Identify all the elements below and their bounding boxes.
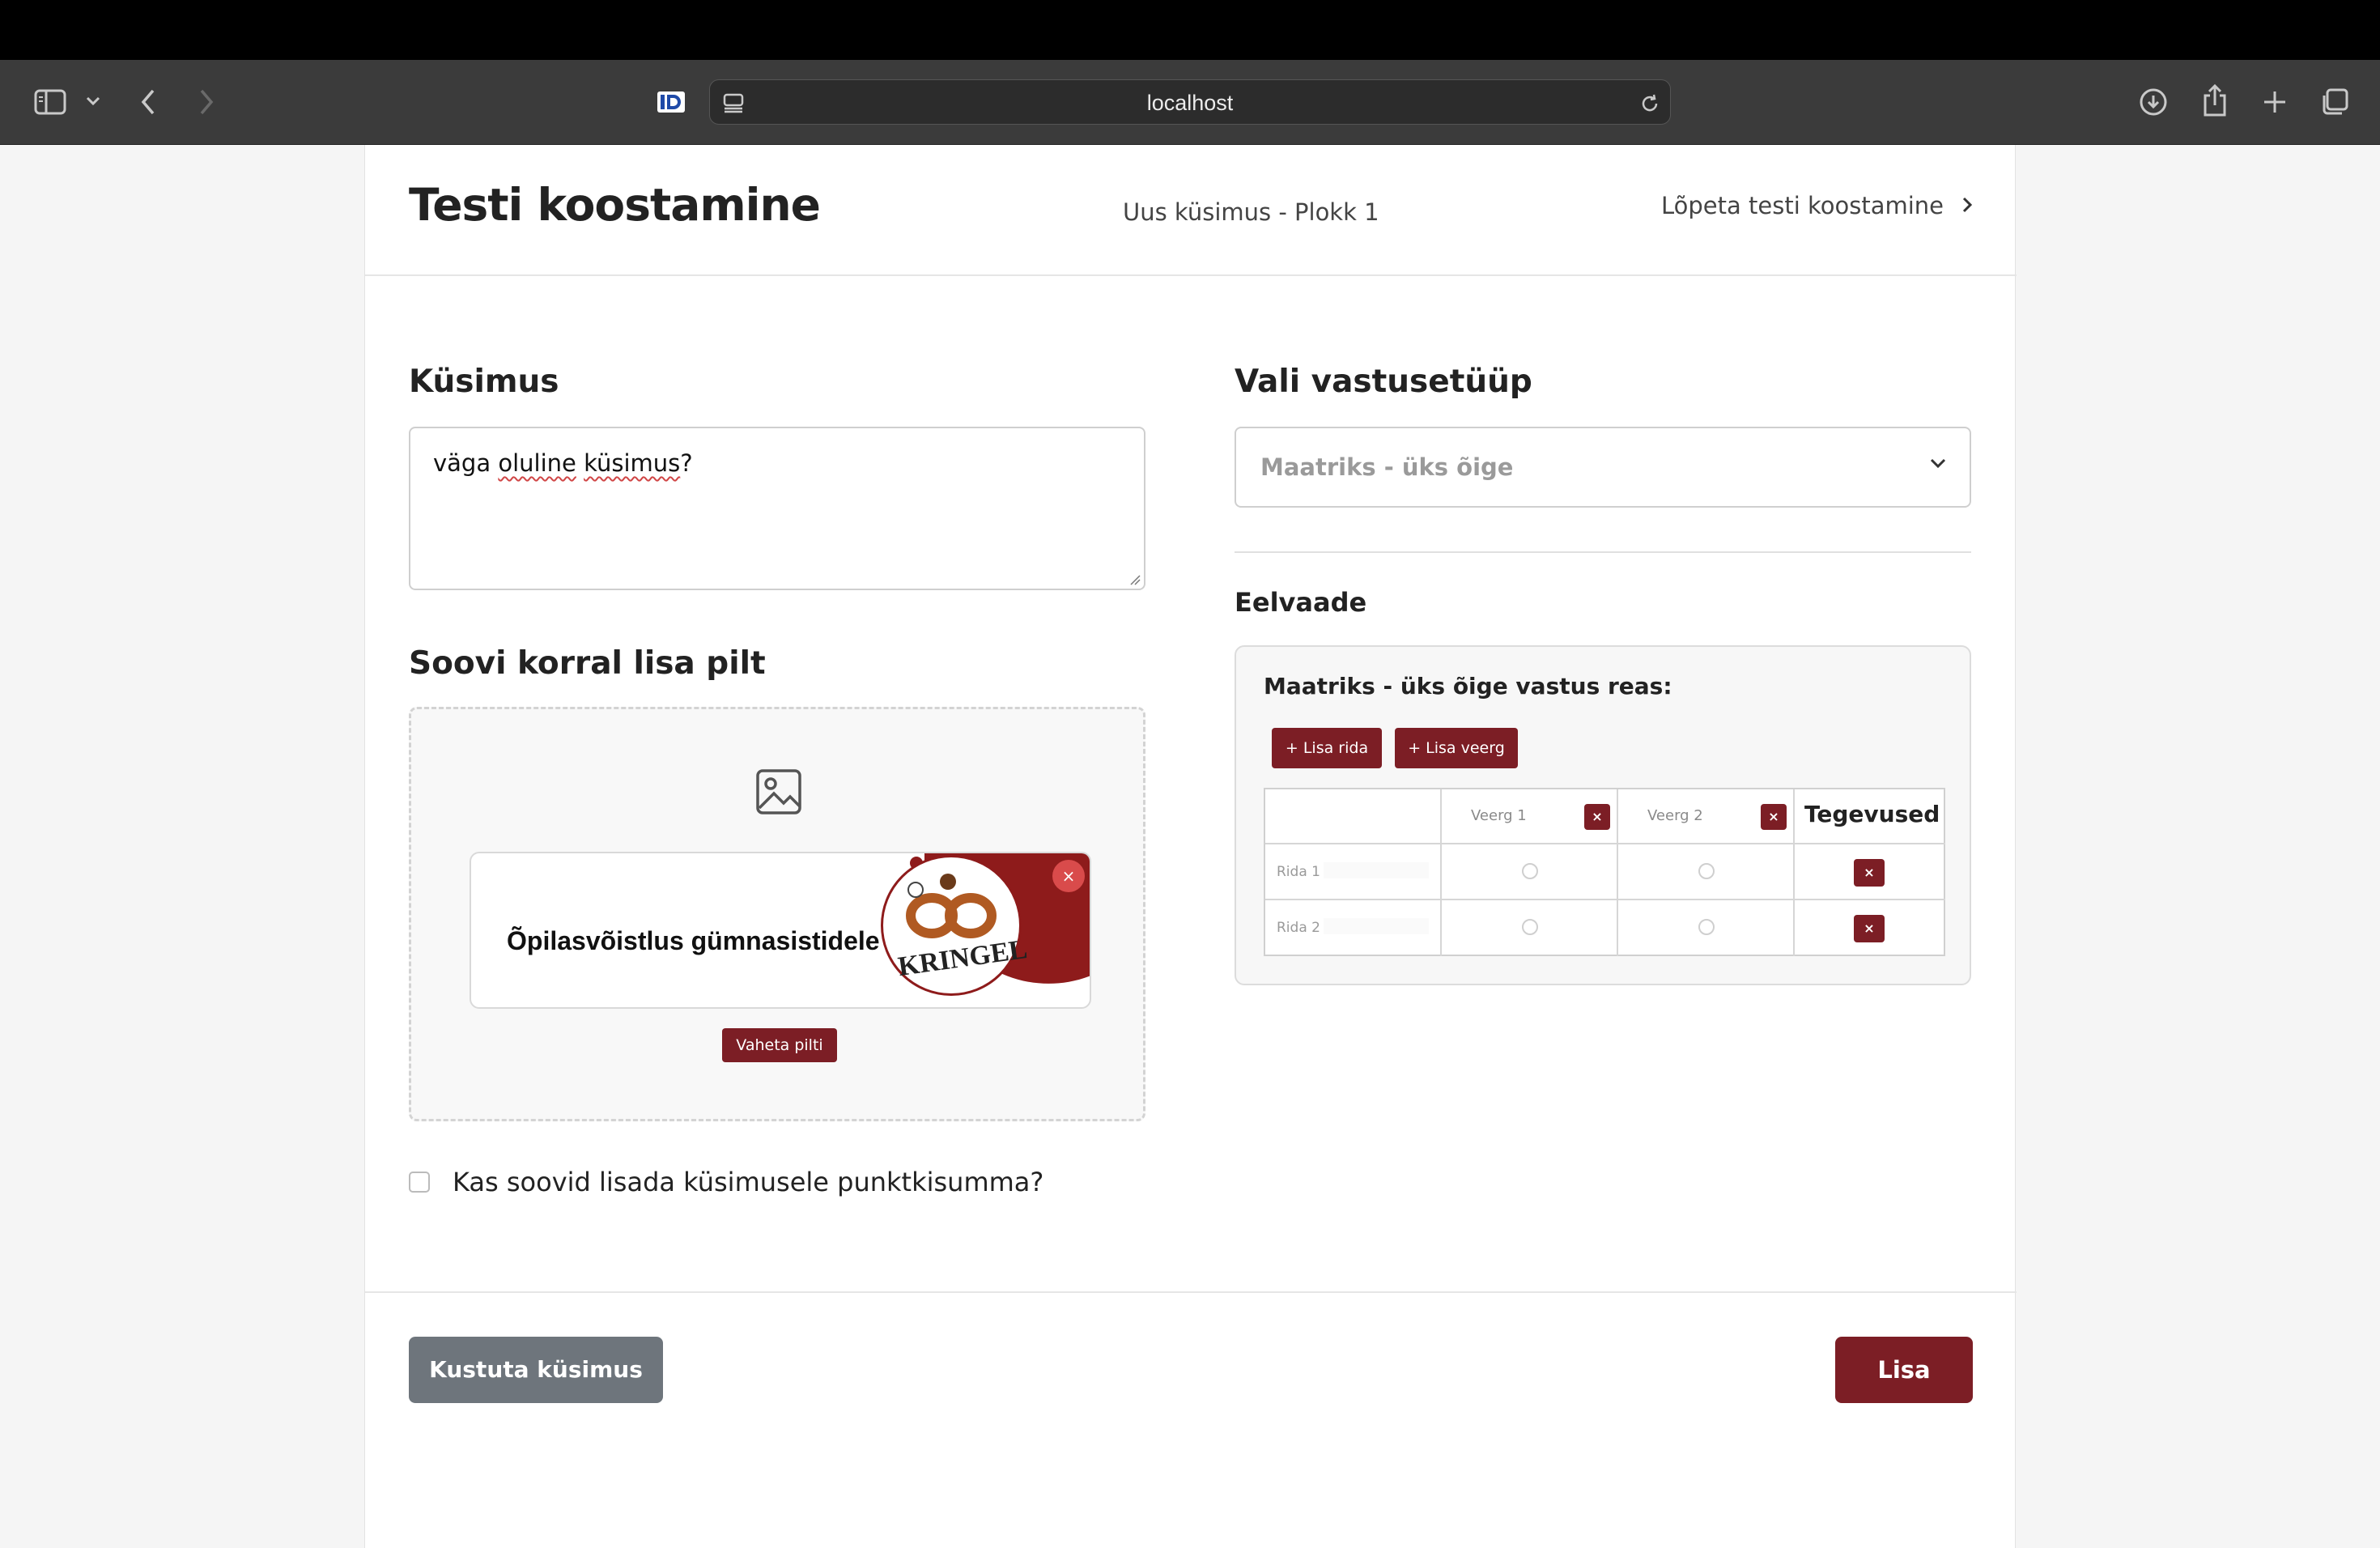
delete-row-button[interactable]: × xyxy=(1854,859,1885,887)
question-text-misspelled: oluline xyxy=(498,449,576,477)
add-row-button[interactable]: + Lisa rida xyxy=(1272,728,1382,768)
column-label[interactable]: Veerg 1 xyxy=(1471,807,1527,824)
matrix-radio[interactable] xyxy=(1522,863,1538,879)
finish-test-label: Lõpeta testi koostamine xyxy=(1661,192,1944,219)
add-column-button[interactable]: + Lisa veerg xyxy=(1395,728,1518,768)
download-icon[interactable] xyxy=(2137,86,2170,118)
delete-question-button[interactable]: Kustuta küsimus xyxy=(409,1337,663,1403)
chevron-down-icon[interactable] xyxy=(83,91,104,112)
system-menu-bar xyxy=(0,0,2380,60)
points-option[interactable]: Kas soovid lisada küsimusele punktkisumm… xyxy=(409,1167,1043,1197)
image-dropzone[interactable]: KRINGEL Õpilasvõistlus gümnasistidele × … xyxy=(409,707,1145,1121)
matrix-row-label-cell: Rida 2 xyxy=(1265,900,1442,956)
breadcrumb: Uus küsimus - Plokk 1 xyxy=(1123,198,1379,226)
actions-header-label: Tegevused xyxy=(1804,801,1940,827)
matrix-cell xyxy=(1442,844,1618,900)
matrix-column-header: Veerg 2 × xyxy=(1618,789,1795,844)
image-placeholder-icon xyxy=(754,768,803,816)
divider xyxy=(1235,551,1971,553)
matrix-cell xyxy=(1442,900,1618,956)
preview-heading: Eelvaade xyxy=(1235,587,1367,618)
delete-row-button[interactable]: × xyxy=(1854,915,1885,942)
answer-type-select[interactable]: Maatriks - üks õige xyxy=(1235,427,1971,508)
answer-type-selected: Maatriks - üks õige xyxy=(1260,453,1514,481)
kringel-logo: KRINGEL xyxy=(881,855,1029,996)
delete-column-button[interactable]: × xyxy=(1761,804,1787,830)
matrix-actions-cell: × xyxy=(1795,900,1945,956)
add-question-button[interactable]: Lisa xyxy=(1835,1337,1973,1403)
answer-type-heading: Vali vastusetüüp xyxy=(1235,364,1532,400)
matrix-corner-cell xyxy=(1265,789,1442,844)
matrix-table: Veerg 1 × Veerg 2 × Tegevused Rida 1 × R… xyxy=(1264,788,1945,956)
chevron-down-icon xyxy=(1930,458,1946,469)
finish-test-link[interactable]: Lõpeta testi koostamine xyxy=(1661,192,1973,219)
question-heading: Küsimus xyxy=(409,364,559,400)
points-checkbox-label: Kas soovid lisada küsimusele punktkisumm… xyxy=(453,1167,1044,1197)
id-extension-icon[interactable] xyxy=(656,89,686,115)
page-title: Testi koostamine xyxy=(409,179,821,231)
column-label[interactable]: Veerg 2 xyxy=(1647,807,1703,824)
test-builder-card: Testi koostamine Uus küsimus - Plokk 1 L… xyxy=(364,145,2017,1548)
image-heading: Soovi korral lisa pilt xyxy=(409,645,766,682)
tabs-overview-icon[interactable] xyxy=(2318,86,2351,118)
question-text-part: ? xyxy=(680,449,693,477)
uploaded-image-preview: KRINGEL Õpilasvõistlus gümnasistidele × xyxy=(470,852,1091,1009)
matrix-radio[interactable] xyxy=(1698,919,1715,935)
browser-toolbar: localhost xyxy=(0,60,2380,145)
banner-text: Õpilasvõistlus gümnasistidele xyxy=(507,926,880,955)
row-label-input[interactable] xyxy=(1324,862,1429,878)
url-text: localhost xyxy=(1146,91,1234,115)
new-tab-icon[interactable] xyxy=(2259,86,2291,118)
resize-handle-icon[interactable] xyxy=(1129,574,1141,585)
question-text-part: väga xyxy=(433,449,499,477)
sidebar-toggle-icon[interactable] xyxy=(31,84,70,120)
matrix-cell xyxy=(1618,844,1795,900)
delete-column-button[interactable]: × xyxy=(1584,804,1610,830)
share-icon[interactable] xyxy=(2199,83,2231,118)
matrix-radio[interactable] xyxy=(1522,919,1538,935)
forward-icon[interactable] xyxy=(194,84,219,120)
footer-divider xyxy=(365,1291,2017,1293)
question-text-part xyxy=(576,449,584,477)
address-bar[interactable]: localhost xyxy=(709,79,1671,125)
row-label[interactable]: Rida 1 xyxy=(1277,864,1320,880)
matrix-row-label-cell: Rida 1 xyxy=(1265,844,1442,900)
question-text-misspelled: küsimus xyxy=(584,449,681,477)
matrix-radio[interactable] xyxy=(1698,863,1715,879)
matrix-column-header: Veerg 1 × xyxy=(1442,789,1618,844)
row-label-input[interactable] xyxy=(1324,918,1429,934)
page-header: Testi koostamine Uus küsimus - Plokk 1 L… xyxy=(365,145,2017,276)
preview-panel: Maatriks - üks õige vastus reas: + Lisa … xyxy=(1235,645,1971,985)
question-textarea[interactable]: väga oluline küsimus? xyxy=(409,427,1145,590)
row-label[interactable]: Rida 2 xyxy=(1277,920,1320,936)
chevron-right-icon xyxy=(1961,192,1973,219)
matrix-actions-cell: × xyxy=(1795,844,1945,900)
preview-title: Maatriks - üks õige vastus reas: xyxy=(1264,673,1672,700)
reload-icon[interactable] xyxy=(1638,91,1662,116)
remove-image-button[interactable]: × xyxy=(1052,860,1085,892)
swap-image-button[interactable]: Vaheta pilti xyxy=(722,1028,837,1062)
matrix-cell xyxy=(1618,900,1795,956)
back-icon[interactable] xyxy=(136,84,160,120)
points-checkbox[interactable] xyxy=(409,1172,430,1193)
matrix-actions-header: Tegevused xyxy=(1795,789,1945,844)
